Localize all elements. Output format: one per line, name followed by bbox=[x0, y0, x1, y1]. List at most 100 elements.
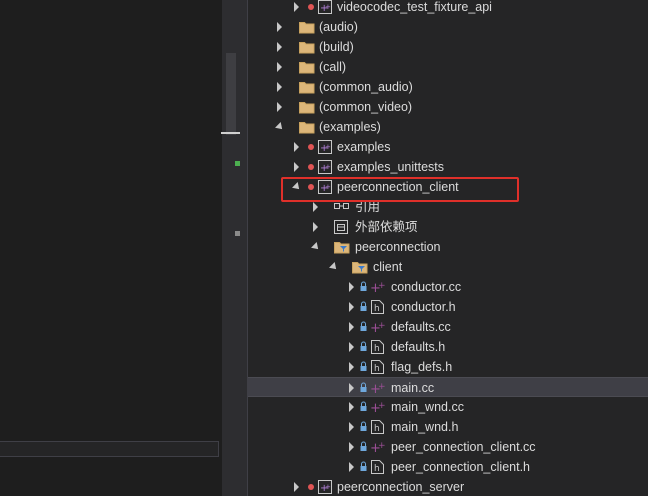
expand-arrow-icon[interactable] bbox=[349, 442, 354, 452]
pane-splitter[interactable] bbox=[240, 0, 247, 496]
header-file-icon: h bbox=[371, 360, 385, 374]
tree-item-filter-expanded[interactable]: client bbox=[248, 257, 648, 277]
editor-horizontal-scrollbar[interactable] bbox=[0, 441, 219, 457]
tree-item-label: peerconnection_server bbox=[337, 480, 465, 494]
lock-icon bbox=[360, 361, 367, 372]
svg-text:+: + bbox=[325, 483, 331, 491]
tree-item-file-cpp[interactable]: + + defaults.cc bbox=[248, 317, 648, 337]
tree-item-project[interactable]: + + examples bbox=[248, 137, 648, 157]
expand-arrow-icon[interactable] bbox=[349, 302, 354, 312]
tree-item-file-cpp[interactable]: + + main_wnd.cc bbox=[248, 397, 648, 417]
tree-item-label: 外部依赖项 bbox=[355, 220, 418, 234]
expand-arrow-icon[interactable] bbox=[277, 62, 282, 72]
tree-item-file-header[interactable]: h main_wnd.h bbox=[248, 417, 648, 437]
code-editor-pane[interactable] bbox=[0, 0, 222, 496]
filter-folder-icon bbox=[352, 260, 368, 274]
solution-explorer-tree[interactable]: + + videocodec_test_fixture_api (audio) (… bbox=[248, 0, 648, 496]
tree-item-project[interactable]: + + examples_unittests bbox=[248, 157, 648, 177]
tree-item-label: client bbox=[373, 260, 403, 274]
tree-item-label: (examples) bbox=[319, 120, 381, 134]
tree-item-folder[interactable]: (common_audio) bbox=[248, 77, 648, 97]
collapse-arrow-icon[interactable] bbox=[275, 122, 285, 132]
tree-item-external-deps[interactable]: 外部依赖项 bbox=[248, 217, 648, 237]
tree-item-label: peer_connection_client.h bbox=[391, 460, 530, 474]
project-icon: + + bbox=[318, 160, 332, 174]
tree-item-file-header[interactable]: h defaults.h bbox=[248, 337, 648, 357]
expand-arrow-icon[interactable] bbox=[349, 462, 354, 472]
svg-text:h: h bbox=[374, 344, 380, 354]
header-file-icon: h bbox=[371, 340, 385, 354]
project-icon: + + bbox=[318, 480, 332, 494]
svg-text:h: h bbox=[374, 364, 380, 374]
editor-bottom-area bbox=[0, 458, 222, 496]
tree-item-label: main_wnd.h bbox=[391, 420, 459, 434]
lock-icon bbox=[360, 382, 367, 393]
expand-arrow-icon[interactable] bbox=[313, 222, 318, 232]
svg-text:+: + bbox=[378, 441, 386, 451]
expand-arrow-icon[interactable] bbox=[349, 402, 354, 412]
expand-arrow-icon[interactable] bbox=[294, 2, 299, 12]
collapse-arrow-icon[interactable] bbox=[329, 262, 339, 272]
tree-item-folder[interactable]: (common_video) bbox=[248, 97, 648, 117]
tree-item-file-header[interactable]: h flag_defs.h bbox=[248, 357, 648, 377]
folder-icon bbox=[299, 40, 315, 54]
tree-item-file-header[interactable]: h peer_connection_client.h bbox=[248, 457, 648, 477]
expand-arrow-icon[interactable] bbox=[349, 282, 354, 292]
cpp-file-icon: + + bbox=[370, 400, 386, 416]
expand-arrow-icon[interactable] bbox=[277, 22, 282, 32]
external-deps-icon bbox=[334, 220, 348, 234]
lock-icon bbox=[360, 341, 367, 352]
tree-item-project[interactable]: + + videocodec_test_fixture_api bbox=[248, 0, 648, 17]
tree-item-file-cpp[interactable]: + + conductor.cc bbox=[248, 277, 648, 297]
expand-arrow-icon[interactable] bbox=[277, 102, 282, 112]
tree-item-folder[interactable]: (build) bbox=[248, 37, 648, 57]
expand-arrow-icon[interactable] bbox=[349, 322, 354, 332]
lock-icon bbox=[360, 281, 367, 292]
tree-item-folder[interactable]: (audio) bbox=[248, 17, 648, 37]
red-dot-icon bbox=[308, 164, 314, 170]
expand-arrow-icon[interactable] bbox=[349, 342, 354, 352]
cpp-file-icon: + + bbox=[370, 280, 386, 296]
red-dot-icon bbox=[308, 484, 314, 490]
tree-item-label: defaults.cc bbox=[391, 320, 451, 334]
expand-arrow-icon[interactable] bbox=[294, 142, 299, 152]
expand-arrow-icon[interactable] bbox=[349, 362, 354, 372]
tree-item-folder-expanded[interactable]: (examples) bbox=[248, 117, 648, 137]
tree-item-label: (common_video) bbox=[319, 100, 413, 114]
tree-item-label: (audio) bbox=[319, 20, 358, 34]
folder-icon bbox=[299, 120, 315, 134]
scrollbar-thumb[interactable] bbox=[226, 53, 236, 135]
expand-arrow-icon[interactable] bbox=[277, 42, 282, 52]
lock-icon bbox=[360, 321, 367, 332]
cpp-file-icon: + + bbox=[370, 440, 386, 456]
svg-text:+: + bbox=[325, 3, 331, 11]
tree-item-folder[interactable]: (call) bbox=[248, 57, 648, 77]
tree-item-label: defaults.h bbox=[391, 340, 446, 354]
expand-arrow-icon[interactable] bbox=[349, 422, 354, 432]
lock-icon bbox=[360, 421, 367, 432]
collapse-arrow-icon[interactable] bbox=[311, 242, 321, 252]
expand-arrow-icon[interactable] bbox=[277, 82, 282, 92]
tree-item-filter-expanded[interactable]: peerconnection bbox=[248, 237, 648, 257]
expand-arrow-icon[interactable] bbox=[313, 202, 318, 212]
tree-item-label: conductor.h bbox=[391, 300, 456, 314]
tree-item-file-cpp[interactable]: + + peer_connection_client.cc bbox=[248, 437, 648, 457]
expand-arrow-icon[interactable] bbox=[349, 383, 354, 393]
folder-icon bbox=[299, 100, 315, 114]
expand-arrow-icon[interactable] bbox=[294, 162, 299, 172]
scrollbar-caret-marker bbox=[221, 132, 240, 134]
tree-item-file-header[interactable]: h conductor.h bbox=[248, 297, 648, 317]
cpp-file-icon: + + bbox=[370, 320, 386, 336]
tree-item-label: (common_audio) bbox=[319, 80, 413, 94]
cpp-file-icon: + + bbox=[370, 381, 386, 397]
tree-item-file-cpp-selected[interactable]: + + main.cc bbox=[248, 377, 648, 397]
tree-item-label: (build) bbox=[319, 40, 354, 54]
svg-text:+: + bbox=[325, 143, 331, 151]
tree-item-project[interactable]: + + peerconnection_server bbox=[248, 477, 648, 496]
project-icon: + + bbox=[318, 140, 332, 154]
expand-arrow-icon[interactable] bbox=[294, 482, 299, 492]
lock-icon bbox=[360, 441, 367, 452]
tree-item-label: peerconnection bbox=[355, 240, 441, 254]
folder-icon bbox=[299, 80, 315, 94]
lock-icon bbox=[360, 301, 367, 312]
